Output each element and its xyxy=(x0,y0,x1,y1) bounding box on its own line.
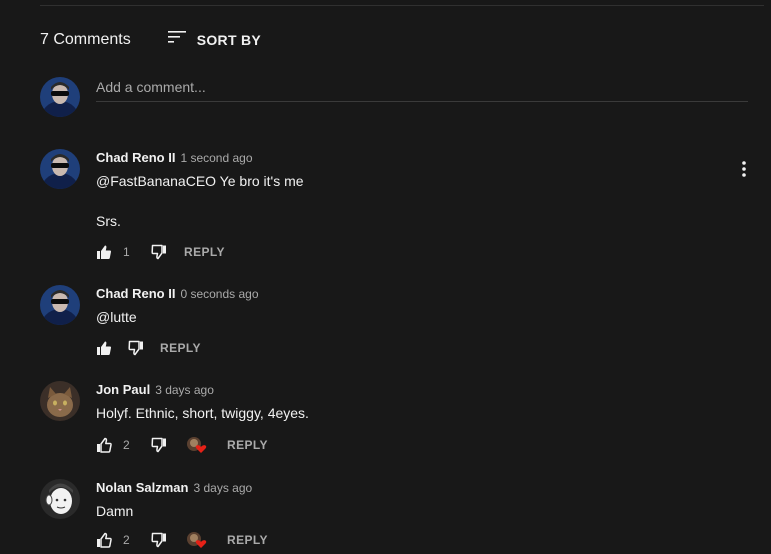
comment-text: Holyf. Ethnic, short, twiggy, 4eyes. xyxy=(96,405,309,421)
thumbs-up-filled-icon[interactable] xyxy=(96,244,112,260)
thumbs-down-icon[interactable] xyxy=(128,340,144,356)
comment-author-avatar[interactable] xyxy=(40,285,80,325)
comment-author[interactable]: Chad Reno II xyxy=(96,150,175,165)
comment-header: Jon Paul 3 days ago xyxy=(96,382,214,397)
comment-text: Damn xyxy=(96,503,134,519)
comment-text: @FastBananaCEO Ye bro it's me xyxy=(96,173,304,189)
comment-timestamp[interactable]: 3 days ago xyxy=(193,481,252,495)
like-count: 1 xyxy=(123,245,130,259)
reply-button[interactable]: REPLY xyxy=(160,341,201,355)
sort-by-button[interactable]: SORT BY xyxy=(167,29,261,50)
reply-button[interactable]: REPLY xyxy=(184,245,225,259)
comment-author[interactable]: Chad Reno II xyxy=(96,286,175,301)
thumbs-up-icon[interactable] xyxy=(96,437,112,453)
comment-header: Chad Reno II 0 seconds ago xyxy=(96,286,259,301)
comment-actions: REPLY xyxy=(96,338,201,358)
comment-header: Nolan Salzman 3 days ago xyxy=(96,480,252,495)
comment-timestamp[interactable]: 3 days ago xyxy=(155,383,214,397)
creator-heart-icon[interactable] xyxy=(186,436,207,454)
top-divider xyxy=(40,5,764,6)
comment-actions: 2 REPLY xyxy=(96,435,268,455)
reply-button[interactable]: REPLY xyxy=(227,533,268,547)
like-count: 2 xyxy=(123,438,130,452)
thumbs-down-icon[interactable] xyxy=(151,437,167,453)
comments-header: 7 Comments SORT BY xyxy=(40,29,261,50)
more-options-icon[interactable] xyxy=(736,160,752,178)
comment-text: Srs. xyxy=(96,213,121,229)
like-count: 2 xyxy=(123,533,130,547)
comment-author-avatar[interactable] xyxy=(40,149,80,189)
add-comment-input[interactable] xyxy=(96,79,748,95)
thumbs-up-filled-icon[interactable] xyxy=(96,340,112,356)
thumbs-down-icon[interactable] xyxy=(151,244,167,260)
comment-author[interactable]: Nolan Salzman xyxy=(96,480,188,495)
sort-icon xyxy=(167,29,187,50)
reply-button[interactable]: REPLY xyxy=(227,438,268,452)
comment-actions: 1 REPLY xyxy=(96,242,225,262)
thumbs-up-icon[interactable] xyxy=(96,532,112,548)
comment-timestamp[interactable]: 0 seconds ago xyxy=(180,287,258,301)
comment-header: Chad Reno II 1 second ago xyxy=(96,150,253,165)
comment-actions: 2 REPLY xyxy=(96,530,268,550)
sort-by-label: SORT BY xyxy=(196,31,262,48)
comment-count: 7 Comments xyxy=(40,30,131,48)
comment-author-avatar[interactable] xyxy=(40,479,80,519)
thumbs-down-icon[interactable] xyxy=(151,532,167,548)
comment-author[interactable]: Jon Paul xyxy=(96,382,150,397)
current-user-avatar[interactable] xyxy=(40,77,80,117)
creator-heart-icon[interactable] xyxy=(186,531,207,549)
comment-timestamp[interactable]: 1 second ago xyxy=(180,151,252,165)
comment-text: @lutte xyxy=(96,309,137,325)
add-comment-field[interactable] xyxy=(96,79,748,102)
comment-author-avatar[interactable] xyxy=(40,381,80,421)
